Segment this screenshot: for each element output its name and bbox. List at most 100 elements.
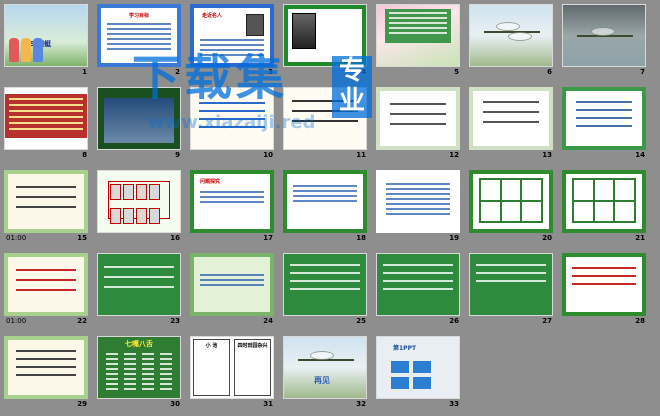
- text-line: [390, 113, 446, 115]
- slide-thumbnail[interactable]: [283, 170, 367, 233]
- slide-thumbnail[interactable]: [97, 253, 181, 316]
- slide-1[interactable]: 19 蜻蜓 1: [4, 4, 88, 84]
- slide-thumbnail[interactable]: [4, 87, 88, 150]
- text-lines: [107, 20, 171, 53]
- slide-thumbnail[interactable]: [562, 253, 646, 316]
- slide-7[interactable]: 7: [562, 4, 646, 84]
- slide-thumbnail[interactable]: [97, 87, 181, 150]
- text-lines: [200, 271, 264, 289]
- slide-thumbnail[interactable]: 七嘴八舌: [97, 336, 181, 399]
- slide-8[interactable]: 8: [4, 87, 88, 167]
- text-lines: [293, 182, 357, 205]
- slide-thumbnail[interactable]: [562, 87, 646, 150]
- timing-label: 01:00: [6, 317, 27, 325]
- slide-number: 33: [449, 400, 459, 408]
- text-line: [383, 272, 453, 274]
- slide-thumbnail[interactable]: [469, 170, 553, 233]
- slide-30[interactable]: 七嘴八舌 30: [97, 336, 181, 416]
- poem-title: 四时田园杂兴: [237, 343, 268, 349]
- text-lines: [200, 36, 264, 59]
- slide-thumbnail[interactable]: [283, 253, 367, 316]
- table: [572, 178, 636, 223]
- text-line: [199, 126, 265, 128]
- slide-thumbnail[interactable]: 小 池 四时田园杂兴: [190, 336, 274, 399]
- text-line: [292, 100, 358, 102]
- slide-thumbnail[interactable]: [562, 4, 646, 67]
- slide-3[interactable]: 走近名人 3: [190, 4, 274, 84]
- character-boxes: [108, 181, 170, 224]
- slide-5[interactable]: 5: [376, 4, 460, 84]
- slide-thumbnail[interactable]: 问题探究: [190, 170, 274, 233]
- tile: [413, 361, 431, 373]
- slide-thumbnail[interactable]: [562, 170, 646, 233]
- slide-thumbnail[interactable]: [190, 87, 274, 150]
- slide-number: 3: [268, 68, 273, 76]
- slide-thumbnail[interactable]: [4, 336, 88, 399]
- text-line: [16, 366, 76, 368]
- slide-thumbnail[interactable]: 再见: [283, 336, 367, 399]
- slide-6[interactable]: 6: [469, 4, 553, 84]
- slide-31[interactable]: 小 池 四时田园杂兴 31: [190, 336, 274, 416]
- slide-thumbnail[interactable]: 第1PPT: [376, 336, 460, 399]
- slide-number: 27: [542, 317, 552, 325]
- slide-10[interactable]: 10: [190, 87, 274, 167]
- text-line: [576, 101, 632, 103]
- slide-thumbnail[interactable]: [190, 253, 274, 316]
- slide-22[interactable]: 01:00 22: [4, 253, 88, 333]
- slide-thumbnail[interactable]: [97, 170, 181, 233]
- photo-image: [104, 98, 174, 143]
- dragonfly-wing: [496, 22, 520, 31]
- slide-23[interactable]: 23: [97, 253, 181, 333]
- slide-thumbnail[interactable]: [376, 170, 460, 233]
- text-line: [483, 121, 539, 123]
- slide-25[interactable]: 25: [283, 253, 367, 333]
- text-line: [16, 289, 76, 291]
- text-column: [142, 353, 154, 393]
- slide-thumbnail[interactable]: [4, 253, 88, 316]
- slide-9[interactable]: 9: [97, 87, 181, 167]
- slide-thumbnail[interactable]: [469, 87, 553, 150]
- slide-thumbnail[interactable]: 19 蜻蜓: [4, 4, 88, 67]
- slide-thumbnail[interactable]: [469, 253, 553, 316]
- slide-2[interactable]: 学习目标 2: [97, 4, 181, 84]
- slide-thumbnail[interactable]: [283, 4, 367, 67]
- slide-number: 12: [449, 151, 459, 159]
- text-line: [199, 110, 265, 112]
- slide-18[interactable]: 18: [283, 170, 367, 250]
- slide-thumbnail[interactable]: 学习目标: [97, 4, 181, 67]
- slide-14[interactable]: 14: [562, 87, 646, 167]
- poem-pane: 小 池: [193, 339, 230, 396]
- text-line: [383, 264, 453, 266]
- slide-27[interactable]: 27: [469, 253, 553, 333]
- slide-thumbnail[interactable]: [376, 4, 460, 67]
- slide-24[interactable]: 24: [190, 253, 274, 333]
- slide-33[interactable]: 第1PPT 33: [376, 336, 460, 416]
- slide-32[interactable]: 再见 32: [283, 336, 367, 416]
- slide-11[interactable]: 11: [283, 87, 367, 167]
- slide-29[interactable]: 29: [4, 336, 88, 416]
- text-line: [576, 125, 632, 127]
- slide-thumbnail[interactable]: [469, 4, 553, 67]
- slide-19[interactable]: 19: [376, 170, 460, 250]
- slide-number: 2: [175, 68, 180, 76]
- slide-thumbnail[interactable]: 走近名人: [190, 4, 274, 67]
- slide-21[interactable]: 21: [562, 170, 646, 250]
- slide-17[interactable]: 问题探究 17: [190, 170, 274, 250]
- slide-12[interactable]: 12: [376, 87, 460, 167]
- slide-thumbnail[interactable]: [376, 253, 460, 316]
- slide-16[interactable]: 16: [97, 170, 181, 250]
- slide-thumbnail[interactable]: [4, 170, 88, 233]
- slide-number: 29: [77, 400, 87, 408]
- slide-4[interactable]: 4: [283, 4, 367, 84]
- slide-26[interactable]: 26: [376, 253, 460, 333]
- brand-logo: 第1PPT: [393, 345, 417, 352]
- slide-number: 15: [77, 234, 87, 242]
- text-line: [16, 279, 76, 281]
- slide-thumbnail[interactable]: [283, 87, 367, 150]
- slide-28[interactable]: 28: [562, 253, 646, 333]
- slide-13[interactable]: 13: [469, 87, 553, 167]
- slide-15[interactable]: 01:00 15: [4, 170, 88, 250]
- slide-20[interactable]: 20: [469, 170, 553, 250]
- slide-thumbnail[interactable]: [376, 87, 460, 150]
- slide-number: 21: [635, 234, 645, 242]
